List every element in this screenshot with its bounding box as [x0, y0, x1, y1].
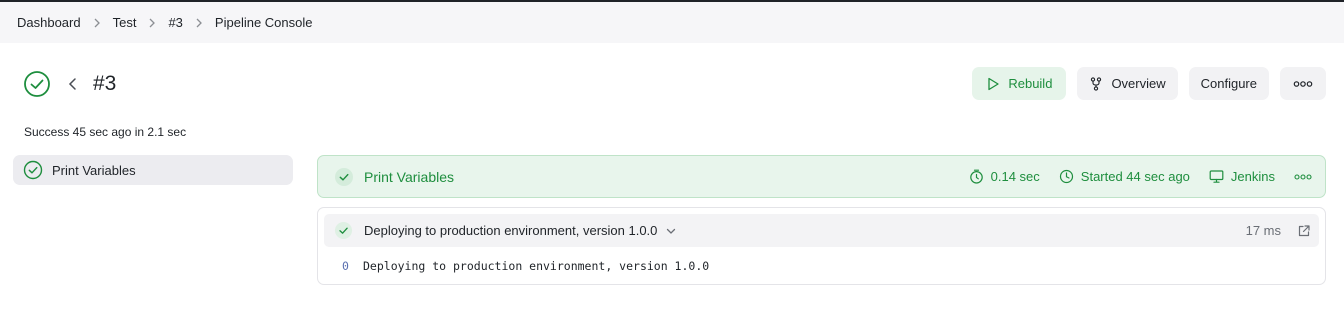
more-dots-icon — [1293, 80, 1313, 87]
stage-detail-header: Print Variables 0.14 sec Started 44 sec … — [317, 155, 1326, 198]
timer-icon — [969, 169, 983, 184]
overview-label: Overview — [1111, 76, 1166, 91]
play-icon — [988, 77, 999, 90]
branch-icon — [1091, 76, 1102, 91]
more-dots-icon[interactable] — [1294, 173, 1312, 181]
breadcrumb-dashboard[interactable]: Dashboard — [17, 15, 81, 30]
back-chevron-icon[interactable] — [65, 76, 81, 92]
page-title: #3 — [93, 72, 117, 95]
rebuild-label: Rebuild — [1008, 76, 1053, 91]
stage-meta: 0.14 sec Started 44 sec ago Jenkins — [969, 169, 1325, 184]
toolbar: Rebuild Overview Configure — [972, 67, 1326, 100]
stage-duration-value: 0.14 sec — [990, 169, 1040, 184]
external-link-icon[interactable] — [1297, 224, 1311, 238]
step-label: Deploying to production environment, ver… — [364, 223, 658, 238]
step-duration: 17 ms — [1245, 223, 1281, 238]
step-row[interactable]: Deploying to production environment, ver… — [324, 214, 1319, 247]
success-icon — [23, 160, 43, 180]
breadcrumb-build[interactable]: #3 — [168, 15, 182, 30]
log-line-number[interactable]: 0 — [342, 259, 363, 273]
success-icon — [334, 167, 354, 187]
chevron-down-icon[interactable] — [665, 225, 677, 237]
stage-started-value: Started 44 sec ago — [1080, 169, 1190, 184]
success-icon — [334, 221, 353, 240]
build-summary: Success 45 sec ago in 2.1 sec — [24, 125, 187, 139]
log-line: 0 Deploying to production environment, v… — [342, 259, 709, 273]
stage-label: Print Variables — [52, 162, 136, 178]
more-actions-button[interactable] — [1280, 67, 1326, 100]
configure-button[interactable]: Configure — [1188, 67, 1269, 100]
stage-started: Started 44 sec ago — [1059, 169, 1190, 184]
stage-agent[interactable]: Jenkins — [1209, 169, 1275, 184]
page-header: #3 — [23, 69, 116, 99]
breadcrumb-test[interactable]: Test — [113, 15, 137, 30]
log-line-text: Deploying to production environment, ver… — [363, 259, 710, 273]
configure-label: Configure — [1200, 76, 1257, 91]
stage-item-print-variables[interactable]: Print Variables — [13, 155, 293, 185]
clock-icon — [1059, 169, 1073, 184]
chevron-right-icon — [193, 17, 205, 29]
breadcrumb: Dashboard Test #3 Pipeline Console — [0, 2, 1344, 43]
step-log-panel: Deploying to production environment, ver… — [317, 207, 1326, 285]
chevron-right-icon — [91, 17, 103, 29]
stage-duration: 0.14 sec — [969, 169, 1040, 184]
overview-button[interactable]: Overview — [1077, 67, 1178, 100]
computer-icon — [1209, 170, 1224, 183]
chevron-right-icon — [146, 17, 158, 29]
stage-agent-value: Jenkins — [1230, 169, 1275, 184]
breadcrumb-pipeline-console[interactable]: Pipeline Console — [215, 15, 313, 30]
success-icon — [23, 70, 51, 98]
stage-title: Print Variables — [364, 168, 455, 185]
rebuild-button[interactable]: Rebuild — [972, 67, 1067, 100]
